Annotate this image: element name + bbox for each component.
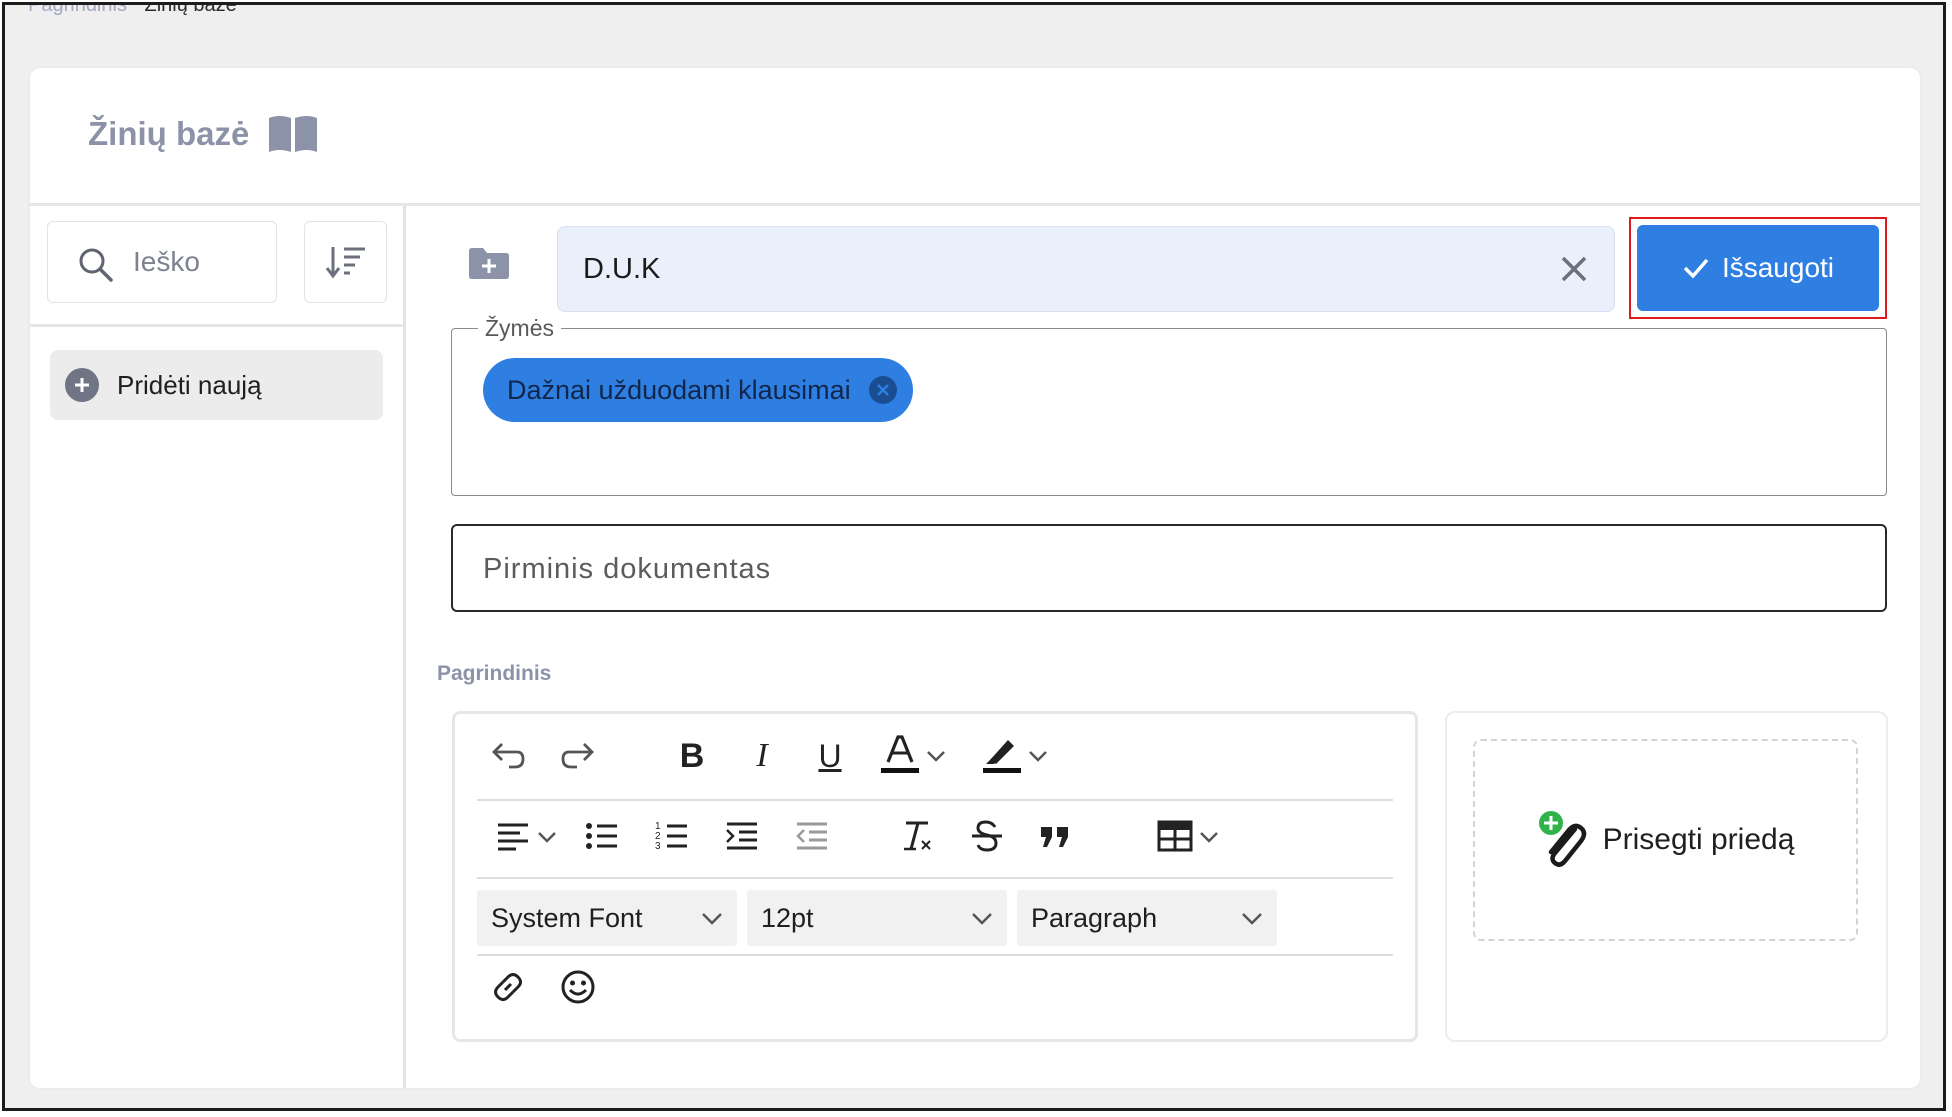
highlighter-icon bbox=[983, 740, 1021, 773]
attachment-panel: Prisegti priedą bbox=[1445, 711, 1888, 1042]
check-icon bbox=[1683, 258, 1709, 279]
font-size-value: 12pt bbox=[761, 902, 814, 933]
chevron-down-icon bbox=[538, 832, 556, 843]
underline-button[interactable]: U bbox=[808, 734, 852, 778]
app-frame: Pagrindinis Žinių bazė Žinių bazė Ieško … bbox=[2, 2, 1946, 1111]
table-button[interactable] bbox=[1153, 814, 1197, 858]
section-label: Pagrindinis bbox=[437, 662, 552, 685]
strikethrough-icon bbox=[972, 820, 1002, 852]
font-family-value: System Font bbox=[491, 902, 643, 933]
font-family-select[interactable]: System Font bbox=[477, 890, 737, 946]
chevron-down-icon bbox=[1200, 832, 1218, 843]
page-title: Žinių bazė bbox=[88, 115, 250, 152]
book-open-icon bbox=[269, 116, 318, 152]
font-size-select[interactable]: 12pt bbox=[747, 890, 1007, 946]
breadcrumb: Pagrindinis Žinių bazė bbox=[28, 2, 237, 17]
chevron-down-icon bbox=[972, 912, 992, 925]
chevron-down-icon bbox=[702, 912, 722, 925]
quote-icon bbox=[1041, 827, 1068, 847]
remove-tag-icon[interactable] bbox=[868, 376, 897, 404]
svg-text:3: 3 bbox=[655, 841, 661, 852]
table-icon bbox=[1157, 820, 1193, 852]
table-dropdown[interactable] bbox=[1197, 822, 1221, 852]
bullet-list-icon bbox=[586, 823, 617, 849]
title-field[interactable] bbox=[557, 226, 1615, 312]
blockquote-button[interactable] bbox=[1033, 814, 1077, 858]
primary-document-field[interactable] bbox=[451, 524, 1887, 612]
toolbar-divider bbox=[477, 877, 1393, 879]
text-color-button[interactable] bbox=[875, 728, 925, 780]
primary-document-input[interactable] bbox=[483, 550, 1783, 588]
search-input[interactable] bbox=[133, 244, 263, 280]
redo-icon bbox=[561, 743, 594, 769]
add-folder-button[interactable] bbox=[467, 245, 511, 286]
numbered-list-button[interactable]: 123 bbox=[650, 814, 694, 858]
toolbar-divider bbox=[477, 954, 1393, 956]
page-header: Žinių bazė bbox=[88, 114, 319, 154]
sort-button[interactable] bbox=[304, 221, 387, 303]
save-button[interactable]: Išsaugoti bbox=[1637, 225, 1879, 311]
indent-icon bbox=[726, 822, 757, 850]
align-button[interactable] bbox=[491, 814, 535, 858]
undo-icon bbox=[492, 743, 525, 769]
paperclip-plus-icon bbox=[1538, 811, 1586, 867]
chevron-down-icon bbox=[1242, 912, 1262, 925]
add-new-button[interactable]: Pridėti naują bbox=[50, 350, 383, 420]
smiley-icon bbox=[561, 970, 595, 1004]
sidebar-divider bbox=[403, 206, 406, 1088]
tag-chip[interactable]: Dažnai užduodami klausimai bbox=[483, 358, 913, 422]
attach-file-label: Prisegti priedą bbox=[1602, 823, 1795, 856]
align-left-icon bbox=[498, 823, 528, 851]
header-divider bbox=[30, 203, 1920, 206]
block-format-select[interactable]: Paragraph bbox=[1017, 890, 1277, 946]
link-icon bbox=[494, 973, 522, 1001]
sort-desc-icon bbox=[325, 247, 365, 279]
text-color-icon bbox=[881, 735, 919, 773]
sidebar-search-divider bbox=[30, 324, 403, 327]
clear-formatting-button[interactable] bbox=[895, 814, 939, 858]
clear-icon[interactable] bbox=[1558, 253, 1590, 285]
highlight-color-dropdown[interactable] bbox=[1025, 738, 1051, 774]
add-new-label: Pridėti naują bbox=[117, 369, 262, 400]
search-box[interactable] bbox=[47, 221, 277, 303]
indent-button[interactable] bbox=[720, 814, 764, 858]
title-input[interactable] bbox=[583, 249, 1483, 289]
attach-file-button[interactable]: Prisegti priedą bbox=[1473, 739, 1858, 941]
numbered-list-icon: 123 bbox=[655, 821, 687, 852]
strikethrough-button[interactable] bbox=[965, 814, 1009, 858]
emoji-button[interactable] bbox=[555, 964, 601, 1010]
chevron-down-icon bbox=[927, 751, 945, 762]
breadcrumb-parent[interactable]: Pagrindinis bbox=[28, 5, 127, 16]
text-color-dropdown[interactable] bbox=[923, 738, 949, 774]
folder-plus-icon bbox=[469, 248, 509, 279]
search-icon bbox=[79, 248, 113, 282]
rich-text-editor[interactable]: B I U 1 2 3 System Font 12pt Paragraph bbox=[452, 711, 1418, 1042]
chevron-down-icon bbox=[1029, 751, 1047, 762]
italic-button[interactable]: I bbox=[740, 734, 784, 778]
knowledge-base-card: Žinių bazė Ieško Pridėti naują D.U.K Išs… bbox=[30, 68, 1920, 1088]
plus-circle-icon bbox=[65, 368, 99, 402]
bullet-list-button[interactable] bbox=[580, 814, 624, 858]
toolbar-divider bbox=[477, 799, 1393, 801]
block-format-value: Paragraph bbox=[1031, 902, 1158, 933]
save-label: Išsaugoti bbox=[1721, 252, 1835, 283]
tags-legend: Žymės bbox=[478, 315, 561, 342]
outdent-icon bbox=[796, 822, 827, 850]
redo-button[interactable] bbox=[557, 734, 601, 778]
undo-button[interactable] bbox=[485, 734, 529, 778]
highlight-color-button[interactable] bbox=[977, 728, 1027, 780]
link-button[interactable] bbox=[485, 964, 531, 1010]
tag-chip-label: Dažnai užduodami klausimai bbox=[507, 374, 851, 405]
bold-button[interactable]: B bbox=[670, 734, 714, 778]
align-dropdown[interactable] bbox=[535, 822, 559, 852]
breadcrumb-current: Žinių bazė bbox=[144, 2, 237, 16]
outdent-button[interactable] bbox=[790, 814, 834, 858]
clear-formatting-icon bbox=[904, 821, 931, 851]
